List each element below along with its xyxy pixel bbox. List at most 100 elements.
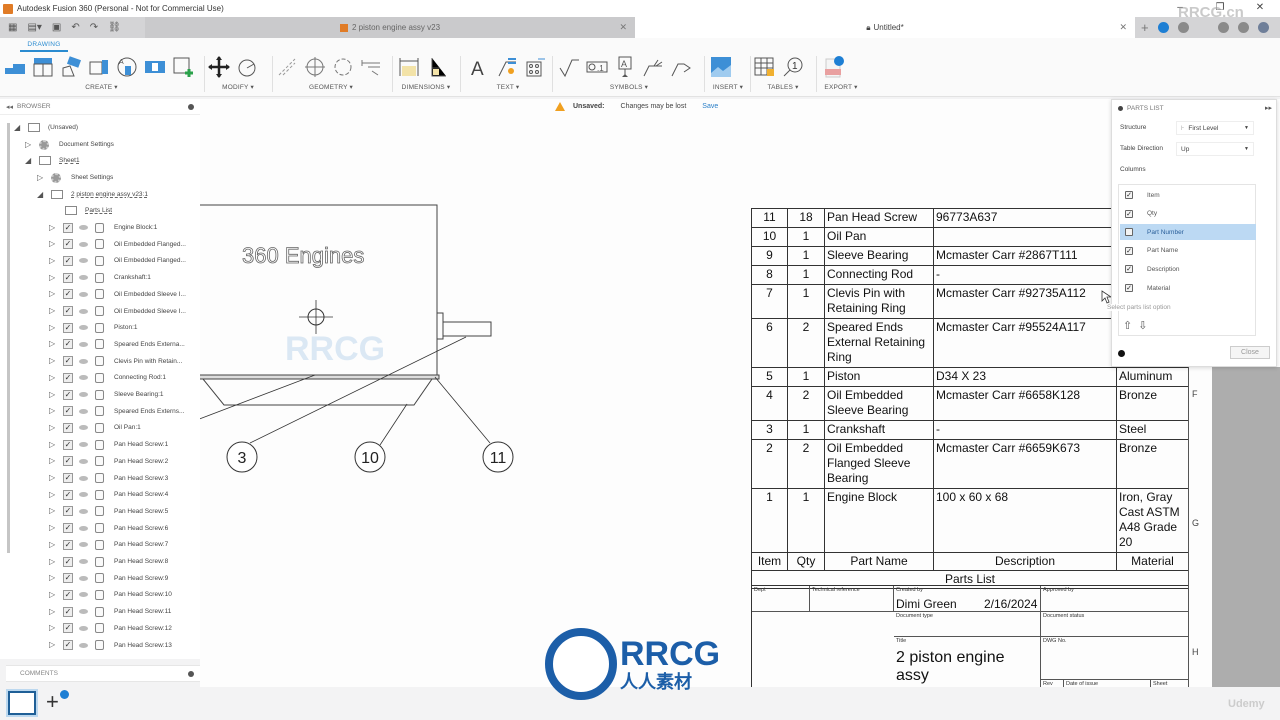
eye-icon[interactable] (79, 325, 88, 331)
dialog-collapse-icon[interactable] (1118, 105, 1123, 111)
browser-node[interactable]: ▷ ✓ Pan Head Screw:2 (49, 454, 168, 469)
eye-icon[interactable] (79, 308, 88, 314)
visibility-checkbox[interactable]: ✓ (63, 456, 73, 467)
browser-node[interactable]: ▷ ✓ Pan Head Screw:9 (49, 571, 168, 586)
browser-node[interactable]: ▷ ✓ Sleeve Bearing:1 (49, 387, 164, 402)
collapse-panel-icon[interactable]: ◂◂ (6, 103, 13, 111)
eye-icon[interactable] (79, 258, 88, 264)
eye-icon[interactable] (79, 425, 88, 431)
eye-icon[interactable] (79, 408, 88, 414)
visibility-checkbox[interactable]: ✓ (63, 339, 73, 350)
columns-list[interactable]: ⇧ ⇩ ✓ Item ✓ Qty Part Number ✓ Part Name ✓ Descr… (1118, 184, 1256, 336)
column-option[interactable]: ✓ Part Name (1120, 243, 1256, 259)
browser-node[interactable]: ▷ Sheet Settings (37, 170, 113, 185)
visibility-checkbox[interactable]: ✓ (63, 589, 73, 600)
move-up-icon[interactable]: ⇧ (1123, 319, 1132, 332)
eye-icon[interactable] (79, 609, 88, 615)
expand-triangle-icon[interactable]: ▷ (49, 590, 56, 599)
visibility-checkbox[interactable]: ✓ (63, 239, 73, 250)
visibility-checkbox[interactable]: ✓ (63, 523, 73, 534)
expand-triangle-icon[interactable]: ▷ (25, 140, 32, 149)
browser-node[interactable]: ▷ ✓ Pan Head Screw:12 (49, 621, 172, 636)
comments-options-icon[interactable] (188, 670, 194, 677)
browser-node[interactable]: ▷ ✓ Speared Ends Externs... (49, 404, 184, 419)
eye-icon[interactable] (79, 341, 88, 347)
expand-triangle-icon[interactable]: ▷ (49, 624, 56, 632)
expand-triangle-icon[interactable]: ▷ (49, 423, 56, 432)
expand-triangle-icon[interactable]: ▷ (49, 440, 56, 449)
eye-icon[interactable] (79, 291, 88, 297)
browser-node[interactable]: Parts List (65, 203, 112, 218)
browser-node[interactable]: ▷ ✓ Pan Head Screw:8 (49, 554, 168, 569)
column-checkbox[interactable]: ✓ (1125, 265, 1133, 274)
visibility-checkbox[interactable]: ✓ (63, 422, 73, 433)
browser-node[interactable]: ▷ ✓ Crankshaft:1 (49, 270, 151, 285)
eye-icon[interactable] (79, 525, 88, 531)
eye-icon[interactable] (79, 375, 88, 381)
visibility-checkbox[interactable]: ✓ (63, 222, 73, 233)
expand-triangle-icon[interactable]: ▷ (49, 256, 56, 265)
column-option[interactable]: Part Number (1120, 224, 1256, 241)
visibility-checkbox[interactable]: ✓ (63, 606, 73, 617)
browser-node[interactable]: ▷ ✓ Pan Head Screw:7 (49, 537, 168, 552)
eye-icon[interactable] (79, 625, 88, 631)
browser-node[interactable]: ▷ ✓ Engine Block:1 (49, 220, 157, 235)
expand-triangle-icon[interactable]: ▷ (49, 323, 56, 332)
expand-triangle-icon[interactable]: ▷ (49, 373, 56, 382)
visibility-checkbox[interactable]: ✓ (63, 289, 73, 300)
browser-node[interactable]: ▷ ✓ Pan Head Screw:11 (49, 604, 171, 619)
column-checkbox[interactable]: ✓ (1125, 191, 1133, 199)
visibility-checkbox[interactable]: ✓ (63, 372, 73, 383)
eye-icon[interactable] (79, 392, 88, 397)
visibility-checkbox[interactable]: ✓ (63, 556, 73, 567)
expand-triangle-icon[interactable]: ▷ (49, 540, 56, 549)
column-checkbox[interactable] (1125, 228, 1133, 237)
expand-triangle-icon[interactable]: ▷ (49, 641, 56, 649)
eye-icon[interactable] (79, 508, 88, 514)
column-option[interactable]: ✓ Description (1120, 261, 1256, 277)
browser-node[interactable]: ▷ ✓ Speared Ends Externa... (49, 337, 185, 352)
visibility-checkbox[interactable]: ✓ (63, 389, 73, 400)
add-sheet-icon[interactable]: + (46, 691, 59, 713)
eye-icon[interactable] (79, 542, 88, 548)
expand-triangle-icon[interactable]: ▷ (49, 607, 56, 616)
expand-triangle-icon[interactable]: ▷ (49, 507, 56, 515)
visibility-checkbox[interactable]: ✓ (63, 439, 73, 450)
expand-triangle-icon[interactable]: ▷ (37, 173, 44, 182)
browser-node[interactable]: ▷ ✓ Oil Embedded Flanged... (49, 237, 186, 252)
table-direction-select[interactable]: Up ▼ (1176, 142, 1254, 156)
expand-triangle-icon[interactable]: ▷ (49, 574, 56, 582)
expand-triangle-icon[interactable]: ▷ (49, 390, 56, 399)
expand-triangle-icon[interactable]: ▷ (49, 340, 56, 348)
expand-triangle-icon[interactable]: ▷ (49, 457, 56, 465)
visibility-checkbox[interactable]: ✓ (63, 406, 73, 417)
eye-icon[interactable] (79, 241, 88, 247)
eye-icon[interactable] (79, 225, 88, 230)
parts-list-row[interactable]: 1 1 Engine Block 100 x 60 x 68 Iron, Gray Ca… (751, 488, 1189, 553)
column-option[interactable]: ✓ Qty (1120, 206, 1256, 222)
parts-list-row[interactable]: 3 1 Crankshaft - Steel (751, 420, 1189, 440)
sheet1-thumbnail[interactable] (8, 691, 36, 715)
info-icon[interactable] (1118, 350, 1125, 357)
expand-triangle-icon[interactable]: ▷ (49, 407, 56, 415)
panel-options-icon[interactable] (188, 103, 194, 110)
eye-icon[interactable] (79, 575, 88, 581)
browser-node[interactable]: ▷ ✓ Oil Embedded Sleeve I... (49, 287, 186, 302)
browser-node[interactable]: ▷ ✓ Pan Head Screw:4 (49, 487, 168, 502)
browser-node[interactable]: ▷ ✓ Pan Head Screw:10 (49, 587, 172, 602)
close-button[interactable]: Close (1230, 346, 1270, 359)
expand-triangle-icon[interactable]: ▷ (49, 557, 56, 566)
column-option[interactable]: ✓ Item (1120, 187, 1256, 203)
expand-triangle-icon[interactable]: ▷ (49, 240, 56, 248)
expand-triangle-icon[interactable]: ▷ (49, 524, 56, 532)
parts-list-row[interactable]: 5 1 Piston D34 X 23 Aluminum (751, 367, 1189, 387)
visibility-checkbox[interactable]: ✓ (63, 489, 73, 500)
eye-icon[interactable] (79, 275, 88, 281)
expand-dialog-icon[interactable]: ▸▸ (1265, 104, 1272, 112)
browser-node[interactable]: ▷ ✓ Oil Embedded Flanged... (49, 253, 186, 268)
visibility-checkbox[interactable]: ✓ (63, 272, 73, 283)
eye-icon[interactable] (79, 592, 88, 598)
visibility-checkbox[interactable]: ✓ (63, 356, 73, 367)
visibility-checkbox[interactable]: ✓ (63, 506, 73, 517)
browser-node[interactable]: ▷ ✓ Piston:1 (49, 320, 138, 335)
